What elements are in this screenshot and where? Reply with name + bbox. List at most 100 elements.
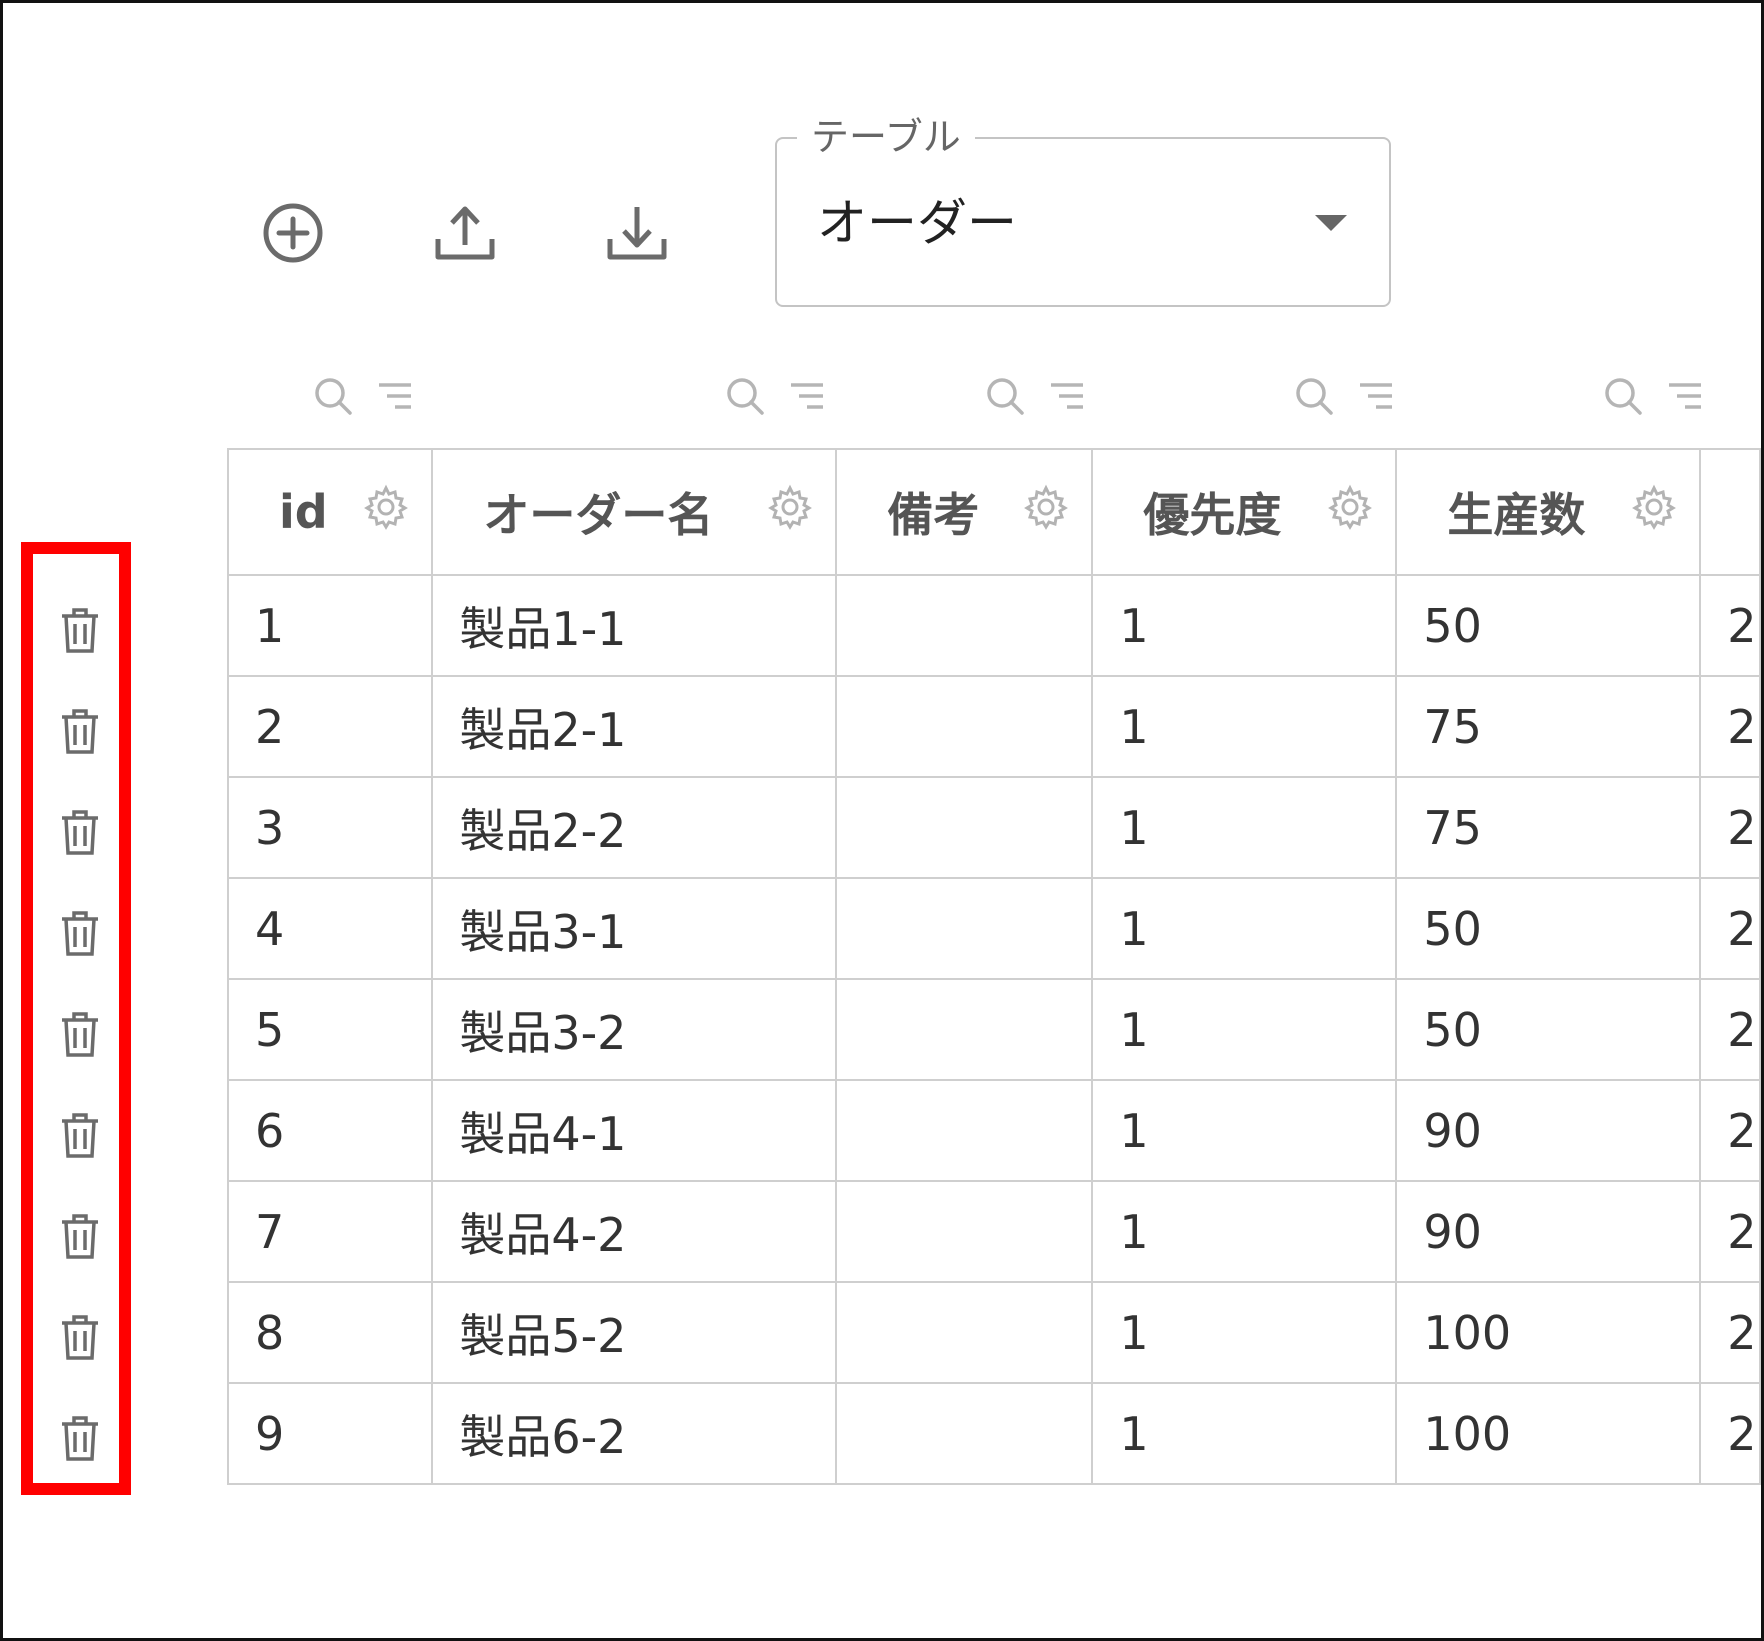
table-row[interactable]: 5 製品3-2 1 50 2 (226, 978, 1761, 1081)
search-icon[interactable] (725, 376, 765, 420)
cell-order-name[interactable]: 製品5-2 (431, 1281, 838, 1384)
cell-order-name[interactable]: 製品2-1 (431, 675, 838, 778)
trash-icon (62, 1214, 98, 1259)
cell-priority[interactable]: 1 (1091, 1281, 1398, 1384)
cell-note[interactable] (835, 574, 1094, 677)
cell-priority[interactable]: 1 (1091, 978, 1398, 1081)
cell-id[interactable]: 6 (226, 1079, 434, 1182)
cell-priority[interactable]: 1 (1091, 776, 1398, 879)
cell-note[interactable] (835, 776, 1094, 879)
cell-qty[interactable]: 75 (1395, 675, 1702, 778)
upload-button[interactable] (425, 193, 505, 273)
cell-priority[interactable]: 1 (1091, 1180, 1398, 1283)
table-row[interactable]: 6 製品4-1 1 90 2 (226, 1079, 1761, 1182)
delete-row-button[interactable] (55, 905, 105, 961)
cell-note[interactable] (835, 1180, 1094, 1283)
cell-truncated[interactable]: 2 (1699, 1079, 1761, 1182)
cell-order-name[interactable]: 製品6-2 (431, 1382, 838, 1485)
table-row[interactable]: 1 製品1-1 1 50 2 (226, 574, 1761, 677)
cell-qty[interactable]: 90 (1395, 1079, 1702, 1182)
delete-row-button[interactable] (55, 1208, 105, 1264)
delete-row-button[interactable] (55, 804, 105, 860)
table-row[interactable]: 9 製品6-2 1 100 2 (226, 1382, 1761, 1485)
column-header-label: 優先度 (1143, 488, 1282, 542)
column-header-label: 生産数 (1447, 488, 1586, 542)
cell-truncated[interactable]: 2 (1699, 675, 1761, 778)
table-row[interactable]: 3 製品2-2 1 75 2 (226, 776, 1761, 879)
column-tools-note (985, 376, 1085, 420)
cell-qty[interactable]: 100 (1395, 1281, 1702, 1384)
filter-icon[interactable] (377, 380, 413, 416)
cell-order-name[interactable]: 製品1-1 (431, 574, 838, 677)
filter-icon[interactable] (789, 380, 825, 416)
cell-note[interactable] (835, 1382, 1094, 1485)
cell-qty[interactable]: 100 (1395, 1382, 1702, 1485)
add-row-button[interactable] (253, 193, 333, 273)
filter-icon[interactable] (1667, 380, 1703, 416)
cell-id[interactable]: 7 (226, 1180, 434, 1283)
cell-qty[interactable]: 75 (1395, 776, 1702, 879)
cell-priority[interactable]: 1 (1091, 675, 1398, 778)
cell-note[interactable] (835, 1079, 1094, 1182)
cell-id[interactable]: 5 (226, 978, 434, 1081)
search-icon[interactable] (1294, 376, 1334, 420)
table-select[interactable]: テーブル オーダー (775, 115, 1391, 307)
cell-truncated[interactable]: 2 (1699, 1281, 1761, 1384)
cell-truncated[interactable]: 2 (1699, 574, 1761, 677)
cell-truncated[interactable]: 2 (1699, 1382, 1761, 1485)
table-row[interactable]: 7 製品4-2 1 90 2 (226, 1180, 1761, 1283)
cell-priority[interactable]: 1 (1091, 1079, 1398, 1182)
delete-row-button[interactable] (55, 1107, 105, 1163)
cell-id[interactable]: 3 (226, 776, 434, 879)
gear-icon[interactable] (1631, 484, 1677, 541)
cell-order-name[interactable]: 製品3-1 (431, 877, 838, 980)
cell-priority[interactable]: 1 (1091, 1382, 1398, 1485)
cell-priority[interactable]: 1 (1091, 877, 1398, 980)
table-row[interactable]: 4 製品3-1 1 50 2 (226, 877, 1761, 980)
gear-icon[interactable] (767, 484, 813, 541)
cell-qty[interactable]: 50 (1395, 877, 1702, 980)
filter-icon[interactable] (1358, 380, 1394, 416)
cell-qty[interactable]: 50 (1395, 978, 1702, 1081)
delete-row-button[interactable] (55, 1309, 105, 1365)
cell-id[interactable]: 2 (226, 675, 434, 778)
table-row[interactable]: 8 製品5-2 1 100 2 (226, 1281, 1761, 1384)
cell-id[interactable]: 1 (226, 574, 434, 677)
gear-icon[interactable] (363, 484, 409, 541)
column-header-id[interactable]: id (226, 448, 434, 576)
cell-id[interactable]: 8 (226, 1281, 434, 1384)
search-icon[interactable] (985, 376, 1025, 420)
column-header-note[interactable]: 備考 (835, 448, 1094, 576)
cell-order-name[interactable]: 製品2-2 (431, 776, 838, 879)
cell-order-name[interactable]: 製品4-2 (431, 1180, 838, 1283)
cell-truncated[interactable]: 2 (1699, 1180, 1761, 1283)
cell-order-name[interactable]: 製品4-1 (431, 1079, 838, 1182)
search-icon[interactable] (313, 376, 353, 420)
search-icon[interactable] (1603, 376, 1643, 420)
cell-truncated[interactable]: 2 (1699, 877, 1761, 980)
cell-qty[interactable]: 50 (1395, 574, 1702, 677)
delete-row-button[interactable] (55, 1006, 105, 1062)
column-header-order-name[interactable]: オーダー名 (431, 448, 838, 576)
delete-row-button[interactable] (55, 602, 105, 658)
gear-icon[interactable] (1327, 484, 1373, 541)
cell-truncated[interactable]: 2 (1699, 776, 1761, 879)
delete-row-button[interactable] (55, 703, 105, 759)
cell-qty[interactable]: 90 (1395, 1180, 1702, 1283)
column-header-qty[interactable]: 生産数 (1395, 448, 1702, 576)
column-header-priority[interactable]: 優先度 (1091, 448, 1398, 576)
table-row[interactable]: 2 製品2-1 1 75 2 (226, 675, 1761, 778)
cell-id[interactable]: 9 (226, 1382, 434, 1485)
cell-id[interactable]: 4 (226, 877, 434, 980)
cell-note[interactable] (835, 877, 1094, 980)
gear-icon[interactable] (1023, 484, 1069, 541)
cell-note[interactable] (835, 1281, 1094, 1384)
cell-truncated[interactable]: 2 (1699, 978, 1761, 1081)
cell-note[interactable] (835, 675, 1094, 778)
cell-order-name[interactable]: 製品3-2 (431, 978, 838, 1081)
filter-icon[interactable] (1049, 380, 1085, 416)
delete-row-button[interactable] (55, 1410, 105, 1466)
download-button[interactable] (597, 193, 677, 273)
cell-priority[interactable]: 1 (1091, 574, 1398, 677)
cell-note[interactable] (835, 978, 1094, 1081)
